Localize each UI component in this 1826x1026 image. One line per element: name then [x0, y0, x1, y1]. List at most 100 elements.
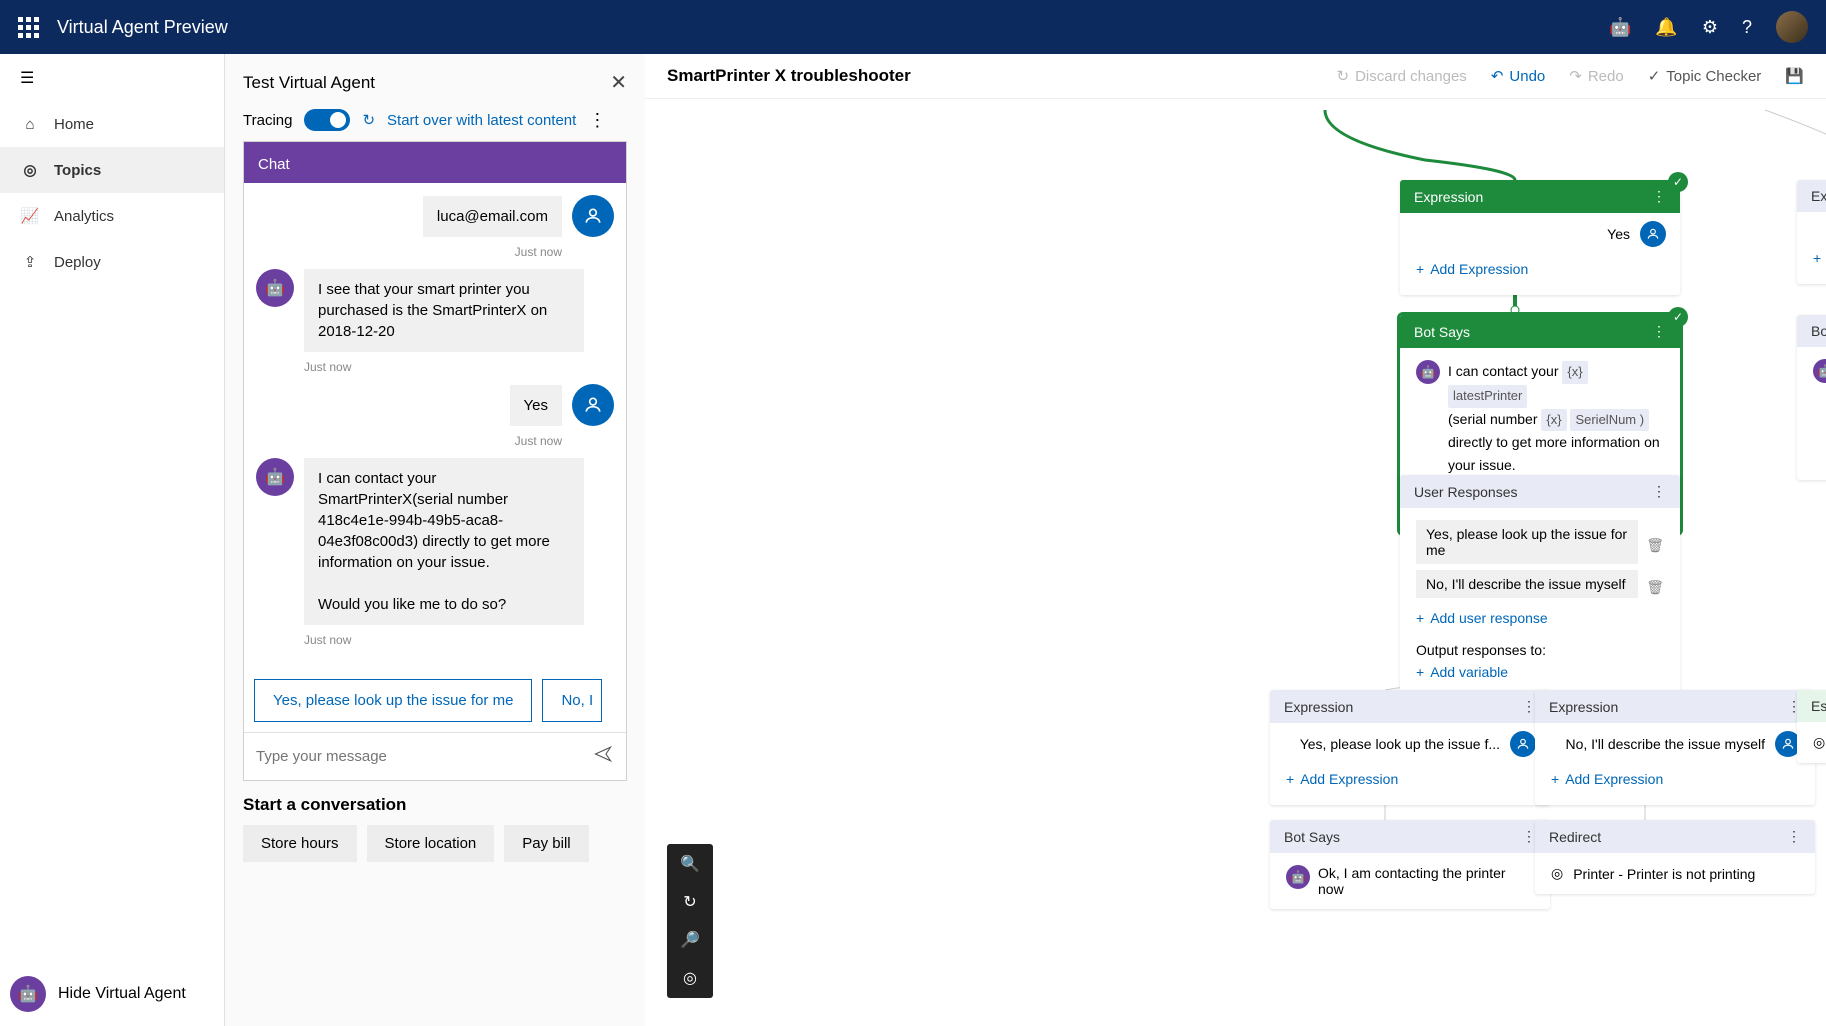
- analytics-icon: 📈: [20, 207, 40, 225]
- add-expression-link[interactable]: +Add Expression: [1813, 244, 1826, 272]
- bot-mini-icon: 🤖: [1286, 865, 1310, 889]
- topic-checker-button[interactable]: ✓Topic Checker: [1648, 67, 1762, 85]
- canvas: SmartPrinter X troubleshooter ↻Discard c…: [645, 54, 1826, 1026]
- zoom-in-icon[interactable]: 🔍: [680, 854, 700, 874]
- start-over-link[interactable]: Start over with latest content: [387, 112, 576, 129]
- nav-label: Home: [54, 116, 94, 133]
- app-launcher-icon[interactable]: [18, 17, 39, 38]
- plus-icon: +: [1416, 261, 1424, 277]
- redirect-icon: ◎: [1551, 865, 1563, 882]
- user-avatar-icon: [572, 384, 614, 426]
- node-expression-describe[interactable]: Expression⋮ No, I'll describe the issue …: [1535, 690, 1815, 805]
- add-user-response-link[interactable]: +Add user response: [1416, 604, 1664, 632]
- output-label: Output responses to:: [1416, 642, 1664, 658]
- add-variable-link[interactable]: +Add variable: [1416, 658, 1664, 686]
- checker-icon: ✓: [1648, 67, 1661, 85]
- redo-button[interactable]: ↷Redo: [1569, 67, 1623, 85]
- bot-message: I see that your smart printer you purcha…: [304, 269, 584, 352]
- node-expression-other[interactable]: Expression No, I have another prin +Add …: [1797, 180, 1826, 284]
- bot-text: Ok, I am contacting the printer now: [1318, 865, 1534, 897]
- tracing-toggle[interactable]: [304, 109, 350, 131]
- node-menu-icon[interactable]: ⋮: [1522, 828, 1536, 845]
- user-message: Yes: [510, 385, 562, 426]
- fit-icon[interactable]: ◎: [683, 968, 697, 988]
- more-icon[interactable]: ⋮: [588, 110, 606, 131]
- bot-icon[interactable]: 🤖: [1609, 17, 1631, 38]
- undo-button[interactable]: ↶Undo: [1491, 67, 1545, 85]
- person-icon: [1510, 731, 1536, 757]
- refresh-icon[interactable]: ↻: [362, 111, 375, 129]
- notification-icon[interactable]: 🔔: [1655, 17, 1677, 38]
- check-icon: ✓: [1668, 172, 1688, 192]
- plus-icon: +: [1813, 250, 1821, 266]
- quick-reply-yes[interactable]: Yes, please look up the issue for me: [254, 679, 532, 722]
- trash-icon[interactable]: 🗑: [1646, 537, 1664, 554]
- discard-button[interactable]: ↻Discard changes: [1337, 67, 1467, 85]
- bot-message: I can contact your SmartPrinterX(serial …: [304, 458, 584, 625]
- chat-box: Chat luca@email.com Just now 🤖 I see tha…: [243, 141, 627, 781]
- hide-agent-button[interactable]: 🤖: [10, 976, 46, 1012]
- node-menu-icon[interactable]: ⋮: [1652, 188, 1666, 205]
- zoom-reset-icon[interactable]: ↻: [683, 892, 696, 912]
- redirect-text: Printer - Printer is not printing: [1573, 866, 1755, 882]
- quick-reply-no[interactable]: No, I: [542, 679, 602, 722]
- node-menu-icon[interactable]: ⋮: [1652, 323, 1666, 340]
- add-expression-link[interactable]: +Add Expression: [1416, 255, 1664, 283]
- redo-icon: ↷: [1569, 67, 1582, 85]
- node-bot-says-contacting[interactable]: Bot Says⋮ 🤖 Ok, I am contacting the prin…: [1270, 820, 1550, 909]
- chip-store-hours[interactable]: Store hours: [243, 825, 357, 862]
- person-icon: [1640, 221, 1666, 247]
- node-menu-icon[interactable]: ⋮: [1787, 828, 1801, 845]
- bot-mini-icon: 🤖: [1813, 359, 1826, 383]
- plus-icon: +: [1286, 771, 1294, 787]
- node-menu-icon[interactable]: ⋮: [1652, 483, 1666, 500]
- check-icon: ✓: [1668, 307, 1688, 327]
- help-icon[interactable]: ?: [1742, 17, 1752, 38]
- close-icon[interactable]: ✕: [610, 70, 627, 95]
- plus-icon: +: [1416, 664, 1424, 680]
- start-conversation-title: Start a conversation: [243, 795, 627, 815]
- nav-home[interactable]: ⌂ Home: [0, 102, 224, 147]
- timestamp: Just now: [256, 633, 614, 647]
- save-icon[interactable]: 💾: [1785, 67, 1804, 85]
- test-panel: Test Virtual Agent ✕ Tracing ↻ Start ove…: [225, 54, 645, 1026]
- node-bot-says-sorry[interactable]: Bot Says 🤖 Sorry, our records show so el…: [1797, 315, 1826, 480]
- nav-analytics[interactable]: 📈 Analytics: [0, 193, 224, 239]
- zoom-out-icon[interactable]: 🔎: [680, 930, 700, 950]
- bot-avatar-icon: 🤖: [256, 458, 294, 496]
- timestamp: Just now: [256, 245, 614, 259]
- user-avatar[interactable]: [1776, 11, 1808, 43]
- node-escalate[interactable]: Escalate ◎ Escalate: [1797, 690, 1826, 763]
- user-response-option[interactable]: No, I'll describe the issue myself: [1416, 570, 1638, 598]
- app-header: Virtual Agent Preview 🤖 🔔 ⚙ ?: [0, 0, 1826, 54]
- expression-value: Yes: [1607, 226, 1630, 242]
- timestamp: Just now: [256, 434, 614, 448]
- chip-pay-bill[interactable]: Pay bill: [504, 825, 588, 862]
- nav-topics[interactable]: ◎ Topics: [0, 147, 224, 193]
- plus-icon: +: [1551, 771, 1559, 787]
- node-user-responses[interactable]: User Responses⋮ Yes, please look up the …: [1400, 475, 1680, 698]
- user-message: luca@email.com: [423, 196, 562, 237]
- node-expression-lookup[interactable]: Expression⋮ Yes, please look up the issu…: [1270, 690, 1550, 805]
- timestamp: Just now: [256, 360, 614, 374]
- nav-deploy[interactable]: ⇪ Deploy: [0, 239, 224, 285]
- settings-icon[interactable]: ⚙: [1702, 17, 1718, 38]
- node-redirect[interactable]: Redirect⋮ ◎ Printer - Printer is not pri…: [1535, 820, 1815, 894]
- chip-store-location[interactable]: Store location: [367, 825, 495, 862]
- chat-input[interactable]: [256, 748, 592, 765]
- sidebar: ☰ ⌂ Home ◎ Topics 📈 Analytics ⇪ Deploy 🤖…: [0, 54, 225, 1026]
- hamburger-icon[interactable]: ☰: [0, 54, 224, 102]
- user-response-option[interactable]: Yes, please look up the issue for me: [1416, 520, 1638, 564]
- node-menu-icon[interactable]: ⋮: [1522, 698, 1536, 715]
- add-expression-link[interactable]: +Add Expression: [1551, 765, 1799, 793]
- zoom-toolbar: 🔍 ↻ 🔎 ◎: [667, 844, 713, 998]
- trash-icon[interactable]: 🗑: [1646, 579, 1664, 596]
- escalate-icon: ◎: [1813, 734, 1825, 751]
- hide-agent-label: Hide Virtual Agent: [58, 985, 186, 1003]
- send-icon[interactable]: [592, 745, 614, 768]
- nav-label: Analytics: [54, 208, 114, 225]
- plus-icon: +: [1416, 610, 1424, 626]
- app-title: Virtual Agent Preview: [57, 17, 228, 38]
- add-expression-link[interactable]: +Add Expression: [1286, 765, 1534, 793]
- node-expression-yes[interactable]: ✓ Expression⋮ Yes +Add Expression: [1400, 180, 1680, 295]
